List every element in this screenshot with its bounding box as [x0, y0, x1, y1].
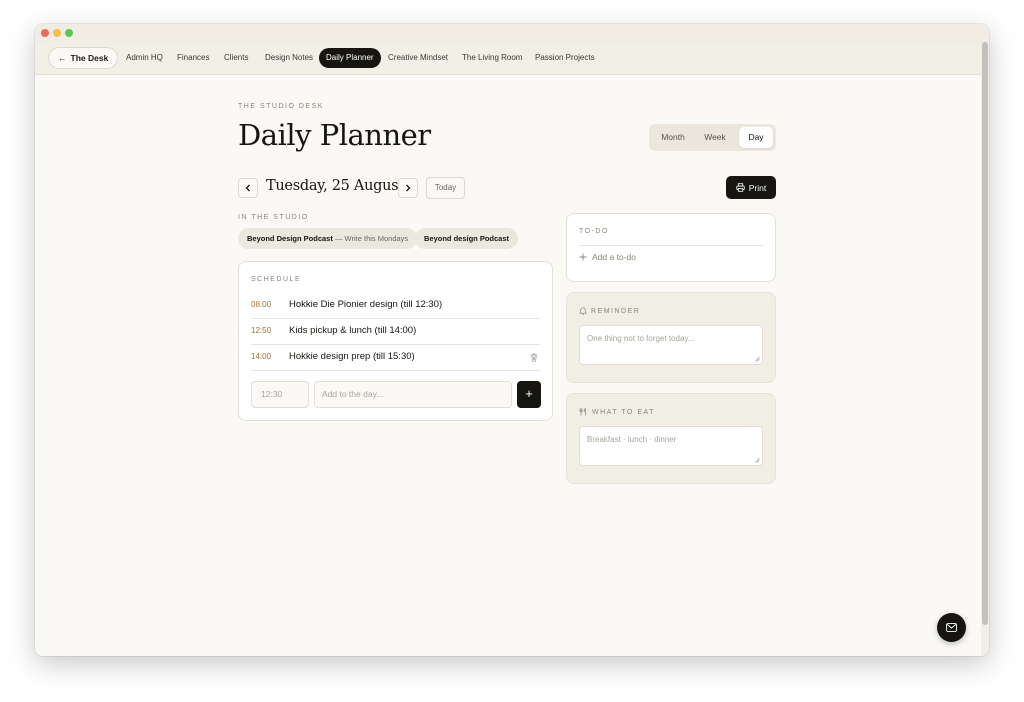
reminder-card: REMINDER One thing not to forget today..… — [566, 292, 776, 383]
current-date: Tuesday, 25 August — [266, 178, 404, 194]
nav-item-daily-planner[interactable]: Daily Planner — [319, 48, 381, 68]
close-window-button[interactable] — [41, 29, 49, 37]
what-to-eat-header: WHAT TO EAT — [579, 408, 655, 416]
studio-chip[interactable]: Beyond design Podcast — [415, 228, 519, 249]
back-button-label: The Desk — [70, 53, 109, 63]
resize-handle-icon[interactable] — [754, 356, 760, 362]
view-day-button[interactable]: Day — [739, 127, 773, 148]
reminder-label: REMINDER — [591, 307, 641, 315]
todo-card: TO-DO Add a to-do — [566, 213, 776, 282]
view-switch: Month Week Day — [649, 124, 776, 151]
page-title: Daily Planner — [238, 118, 431, 152]
previous-day-button[interactable] — [238, 178, 258, 198]
schedule-add-input[interactable]: Add to the day... — [314, 381, 512, 408]
view-month-button[interactable]: Month — [653, 127, 693, 148]
next-day-button[interactable] — [398, 178, 418, 198]
nav-item-creative-mindset[interactable]: Creative Mindset — [381, 48, 455, 68]
scrollbar-thumb[interactable] — [982, 42, 988, 625]
arrow-left-icon: ← — [58, 53, 67, 63]
title-bar — [35, 24, 989, 42]
studio-section-label: IN THE STUDIO — [238, 214, 309, 221]
plus-icon — [579, 253, 587, 261]
chevron-right-icon — [406, 184, 411, 192]
schedule-time-input[interactable]: 12:30 — [251, 381, 309, 408]
page-scrollbar[interactable] — [981, 42, 989, 656]
nav-item-clients[interactable]: Clients — [217, 48, 255, 68]
schedule-label: SCHEDULE — [251, 276, 302, 283]
nav-item-passion-projects[interactable]: Passion Projects — [528, 48, 602, 68]
schedule-time: 14:00 — [251, 352, 272, 361]
add-todo-label: Add a to-do — [592, 252, 636, 262]
chip-title: Beyond design Podcast — [424, 234, 510, 243]
schedule-add-button[interactable]: + — [517, 381, 541, 408]
minimize-window-button[interactable] — [53, 29, 61, 37]
maximize-window-button[interactable] — [65, 29, 73, 37]
nav-item-admin-hq[interactable]: Admin HQ — [119, 48, 170, 68]
chevron-left-icon — [245, 184, 250, 192]
trash-icon[interactable] — [530, 353, 538, 362]
reminder-placeholder: One thing not to forget today... — [587, 334, 695, 343]
nav-item-design-notes[interactable]: Design Notes — [258, 48, 320, 68]
chip-title: Beyond Design Podcast — [247, 234, 333, 243]
schedule-row[interactable]: 12:50 Kids pickup & lunch (till 14:00) — [251, 319, 540, 345]
schedule-row[interactable]: 14:00 Hokkie design prep (till 15:30) — [251, 345, 540, 371]
divider — [579, 245, 763, 246]
app-window: ← The Desk Admin HQ Finances Clients Des… — [35, 24, 989, 656]
chip-subtitle: — Write this Mondays — [334, 234, 409, 243]
todo-label: TO-DO — [579, 228, 609, 235]
printer-icon — [736, 183, 745, 192]
what-to-eat-label: WHAT TO EAT — [592, 408, 655, 416]
what-to-eat-textarea[interactable]: Breakfast · lunch · dinner — [579, 426, 763, 466]
schedule-row[interactable]: 08:00 Hokkie Die Pionier design (till 12… — [251, 293, 540, 319]
reminder-textarea[interactable]: One thing not to forget today... — [579, 325, 763, 365]
back-to-desk-button[interactable]: ← The Desk — [48, 47, 119, 69]
mail-button[interactable] — [937, 613, 966, 642]
schedule-card: SCHEDULE 08:00 Hokkie Die Pionier design… — [238, 261, 553, 421]
view-week-button[interactable]: Week — [695, 127, 735, 148]
page-eyebrow: THE STUDIO DESK — [238, 103, 324, 110]
print-button[interactable]: Print — [726, 176, 776, 199]
utensils-icon — [579, 408, 586, 416]
schedule-text: Hokkie Die Pionier design (till 12:30) — [289, 299, 443, 310]
mail-icon — [946, 623, 957, 632]
what-to-eat-card: WHAT TO EAT Breakfast · lunch · dinner — [566, 393, 776, 484]
schedule-text: Hokkie design prep (till 15:30) — [289, 351, 415, 362]
today-button[interactable]: Today — [426, 177, 465, 199]
schedule-time: 12:50 — [251, 326, 272, 335]
schedule-text: Kids pickup & lunch (till 14:00) — [289, 325, 417, 336]
studio-chip[interactable]: Beyond Design Podcast — Write this Monda… — [238, 228, 418, 249]
add-todo-button[interactable]: Add a to-do — [579, 252, 636, 262]
resize-handle-icon[interactable] — [754, 457, 760, 463]
print-label: Print — [748, 182, 767, 193]
schedule-time: 08:00 — [251, 300, 272, 309]
reminder-header: REMINDER — [579, 307, 640, 315]
what-to-eat-placeholder: Breakfast · lunch · dinner — [587, 435, 677, 444]
bell-icon — [579, 307, 587, 315]
top-nav: ← The Desk Admin HQ Finances Clients Des… — [35, 42, 981, 75]
nav-item-finances[interactable]: Finances — [170, 48, 216, 68]
nav-item-the-living-room[interactable]: The Living Room — [455, 48, 529, 68]
